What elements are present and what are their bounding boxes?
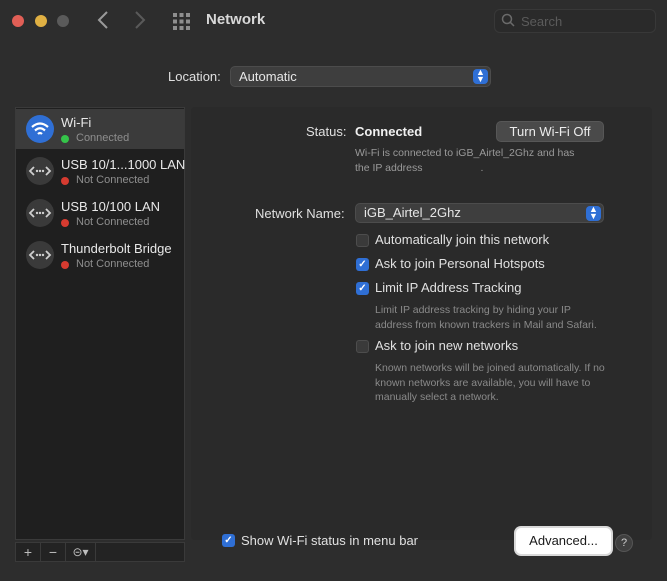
status-desc-line2: the IP address bbox=[355, 161, 423, 174]
service-status: Connected bbox=[76, 132, 130, 144]
status-dot bbox=[61, 261, 69, 269]
service-name: USB 10/100 LAN bbox=[61, 199, 161, 214]
location-label: Location: bbox=[168, 69, 221, 84]
limit-ip-label: Limit IP Address Tracking bbox=[375, 280, 522, 295]
service-status: Not Connected bbox=[76, 174, 150, 186]
ethernet-icon bbox=[26, 199, 54, 227]
ethernet-icon bbox=[26, 241, 54, 269]
remove-service-button[interactable]: − bbox=[41, 543, 66, 561]
auto-join-checkbox[interactable] bbox=[356, 234, 369, 247]
close-window-button[interactable] bbox=[12, 15, 24, 27]
network-name-label: Network Name: bbox=[255, 206, 345, 221]
status-dot bbox=[61, 135, 69, 143]
ask-new-networks-label: Ask to join new networks bbox=[375, 338, 519, 353]
status-desc-suffix: . bbox=[480, 161, 484, 174]
wifi-icon bbox=[26, 115, 54, 143]
sidebar-toolbar: + − ⊝▾ bbox=[15, 542, 185, 562]
location-popup[interactable]: Automatic ▲ ▼ bbox=[230, 66, 491, 87]
personal-hotspots-checkbox[interactable]: ✓ bbox=[356, 258, 369, 271]
limit-ip-checkbox[interactable]: ✓ bbox=[356, 282, 369, 295]
status-dot bbox=[61, 177, 69, 185]
add-service-button[interactable]: + bbox=[16, 543, 41, 561]
personal-hotspots-label: Ask to join Personal Hotspots bbox=[375, 256, 545, 271]
auto-join-label: Automatically join this network bbox=[375, 232, 550, 247]
back-chevron-icon[interactable] bbox=[97, 10, 109, 34]
services-list[interactable]: Wi-Fi Connected USB 10/1...1000 LAN Not … bbox=[15, 107, 185, 540]
show-wifi-status-checkbox[interactable]: ✓ bbox=[222, 534, 235, 547]
turn-wifi-off-button[interactable]: Turn Wi-Fi Off bbox=[496, 121, 604, 142]
service-item-thunderbolt-bridge[interactable]: Thunderbolt Bridge Not Connected bbox=[16, 235, 184, 275]
search-placeholder: Search bbox=[521, 14, 563, 29]
action-menu-button[interactable]: ⊝▾ bbox=[66, 543, 96, 561]
new-networks-desc-line1: Known networks will be joined automatica… bbox=[375, 362, 605, 374]
service-status: Not Connected bbox=[76, 216, 150, 228]
network-name-value: iGB_Airtel_2Ghz bbox=[364, 205, 461, 220]
service-status: Not Connected bbox=[76, 258, 150, 270]
popup-stepper-icon: ▲ ▼ bbox=[473, 68, 488, 84]
limit-ip-desc-line2: address from known trackers in Mail and … bbox=[375, 318, 597, 331]
minimize-window-button[interactable] bbox=[35, 15, 47, 27]
new-networks-description: Known networks will be joined automatica… bbox=[375, 361, 605, 405]
service-name: Thunderbolt Bridge bbox=[61, 241, 172, 256]
service-item-wifi[interactable]: Wi-Fi Connected bbox=[16, 109, 184, 149]
popup-stepper-icon: ▲ ▼ bbox=[586, 205, 601, 221]
show-all-grid-icon[interactable] bbox=[173, 13, 190, 35]
zoom-window-button[interactable] bbox=[57, 15, 69, 27]
service-item-usb-1000-lan[interactable]: USB 10/1...1000 LAN Not Connected bbox=[16, 151, 186, 191]
search-icon bbox=[501, 13, 515, 32]
service-name: USB 10/1...1000 LAN bbox=[61, 157, 186, 172]
ask-new-networks-checkbox[interactable] bbox=[356, 340, 369, 353]
forward-chevron-icon[interactable] bbox=[134, 10, 146, 34]
service-name: Wi-Fi bbox=[61, 115, 92, 130]
status-dot bbox=[61, 219, 69, 227]
limit-ip-description: Limit IP address tracking by hiding your… bbox=[375, 303, 597, 332]
advanced-button[interactable]: Advanced... bbox=[516, 528, 611, 554]
window-title: Network bbox=[206, 11, 266, 28]
ethernet-icon bbox=[26, 157, 54, 185]
show-wifi-status-label: Show Wi-Fi status in menu bar bbox=[241, 533, 419, 548]
limit-ip-desc-line1: Limit IP address tracking by hiding your… bbox=[375, 304, 571, 316]
status-desc-line1: Wi-Fi is connected to iGB_Airtel_2Ghz an… bbox=[355, 147, 575, 159]
search-field[interactable]: Search bbox=[494, 9, 656, 33]
status-description: Wi-Fi is connected to iGB_Airtel_2Ghz an… bbox=[355, 146, 615, 175]
new-networks-desc-line3: manually select a network. bbox=[375, 391, 499, 403]
location-value: Automatic bbox=[239, 69, 297, 84]
status-value: Connected bbox=[355, 124, 423, 139]
new-networks-desc-line2: known networks are available, you will h… bbox=[375, 376, 591, 389]
network-name-popup[interactable]: iGB_Airtel_2Ghz ▲ ▼ bbox=[355, 203, 604, 223]
service-item-usb-100-lan[interactable]: USB 10/100 LAN Not Connected bbox=[16, 193, 184, 233]
status-label: Status: bbox=[306, 124, 347, 139]
help-button[interactable]: ? bbox=[615, 534, 633, 552]
